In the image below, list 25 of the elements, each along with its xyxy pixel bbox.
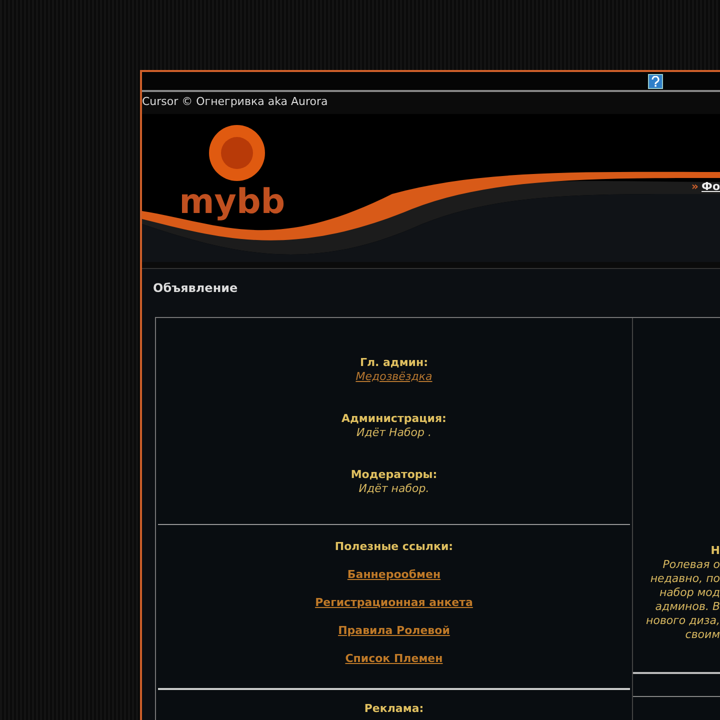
news-text: своим [685, 628, 720, 642]
staff-role: Модераторы: [350, 468, 438, 482]
useful-link[interactable]: Правила Ролевой [338, 624, 450, 638]
useful-link[interactable]: Баннерообмен [347, 568, 441, 582]
nav-link[interactable]: Фо [702, 180, 720, 193]
staff-link[interactable]: Медозвёздка [356, 370, 432, 384]
news-text: нового диза, [646, 614, 720, 628]
news-text: админов. В [655, 600, 720, 614]
logo: mybb [182, 118, 292, 228]
news-title: Н [710, 544, 720, 558]
news-text: Ролевая о [662, 558, 720, 572]
credit-text: Cursor © Огнегривка aka Aurora [142, 94, 329, 110]
help-icon[interactable] [648, 74, 663, 88]
links-title: Полезные ссылки: [334, 540, 454, 554]
useful-link[interactable]: Регистрационная анкета [315, 596, 473, 610]
staff-role: Гл. админ: [360, 356, 428, 370]
staff-value: Идёт Набор . [356, 426, 432, 440]
staff-value: Идёт набор. [358, 482, 430, 496]
ads-title: Реклама: [364, 702, 424, 715]
useful-link[interactable]: Список Племен [345, 652, 443, 666]
staff-role: Администрация: [342, 412, 446, 426]
panel-title: Объявление [152, 280, 239, 297]
nav-marker: » [691, 180, 699, 193]
news-text: недавно, по [650, 572, 720, 586]
news-text: набор мод [659, 586, 720, 600]
